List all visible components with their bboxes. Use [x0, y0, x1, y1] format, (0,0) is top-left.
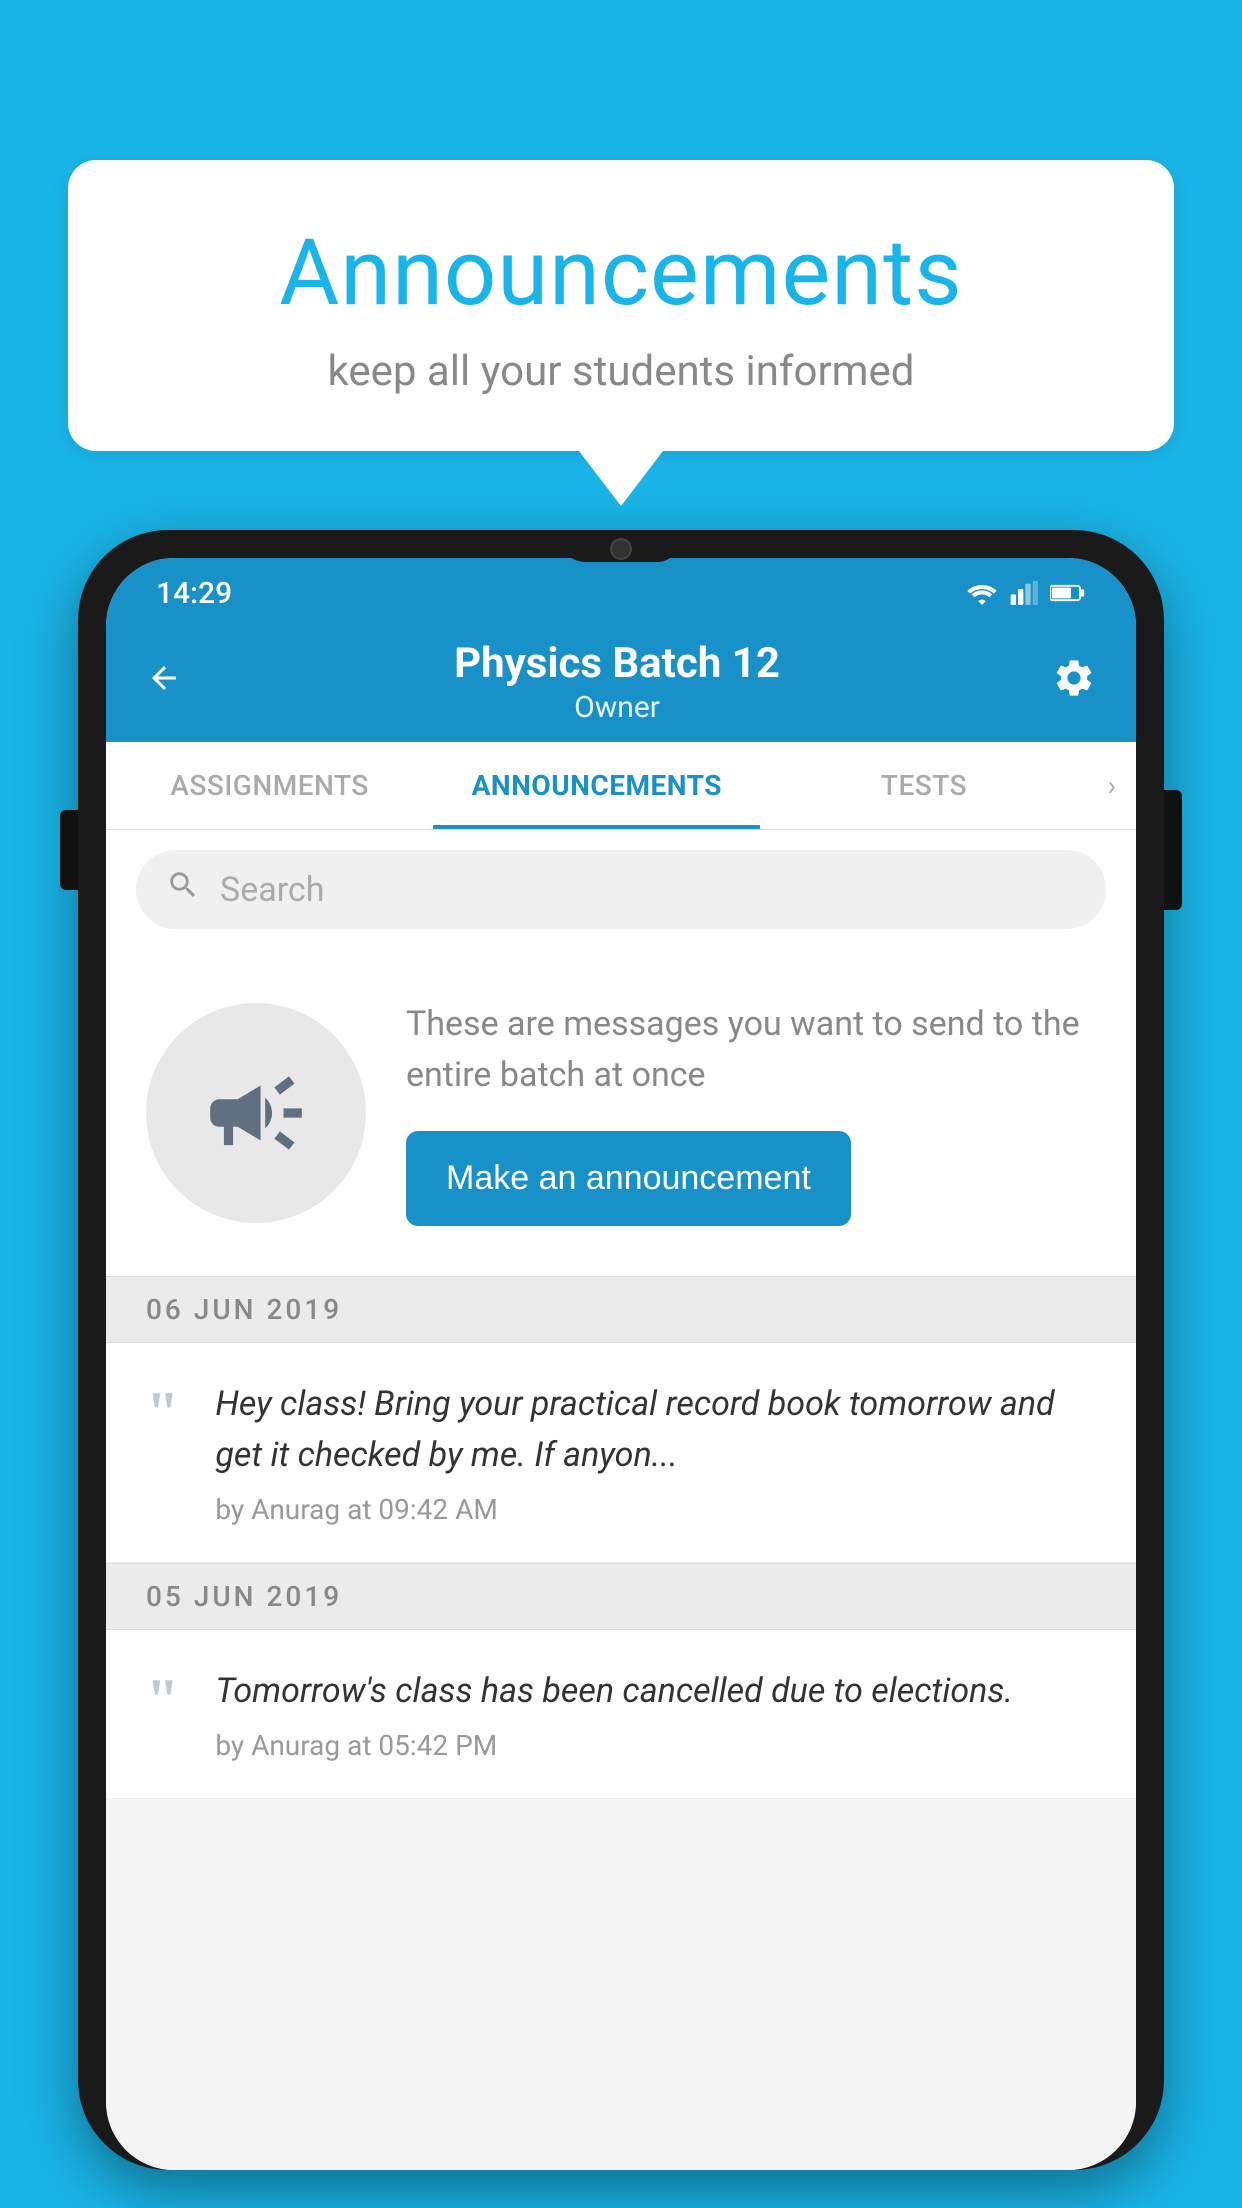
announcement-meta-2: by Anurag at 05:42 PM: [215, 1729, 1013, 1762]
announcement-prompt-right: These are messages you want to send to t…: [406, 999, 1096, 1226]
date-separator-1: 06 JUN 2019: [106, 1276, 1136, 1343]
quote-icon-2: ": [146, 1670, 179, 1730]
wifi-icon: [966, 581, 998, 605]
phone-camera: [610, 538, 632, 560]
phone-mockup: 14:29: [78, 530, 1164, 2208]
date-separator-2: 05 JUN 2019: [106, 1563, 1136, 1630]
speech-bubble-arrow: [579, 451, 663, 506]
phone-screen: 14:29: [106, 558, 1136, 2170]
announcement-meta-1: by Anurag at 09:42 AM: [215, 1493, 1096, 1526]
search-container: Search: [106, 830, 1136, 949]
app-bar: Physics Batch 12 Owner: [106, 622, 1136, 742]
status-time: 14:29: [156, 576, 232, 611]
announcement-text-2: Tomorrow's class has been cancelled due …: [215, 1666, 1013, 1717]
status-icons: [966, 581, 1086, 605]
tab-assignments[interactable]: ASSIGNMENTS: [106, 742, 433, 829]
battery-icon: [1050, 581, 1086, 605]
announcement-content-2: Tomorrow's class has been cancelled due …: [215, 1666, 1013, 1762]
quote-icon-1: ": [146, 1383, 179, 1443]
tab-more[interactable]: ›: [1088, 742, 1136, 829]
announcement-prompt-text: These are messages you want to send to t…: [406, 999, 1096, 1101]
announcement-text-1: Hey class! Bring your practical record b…: [215, 1379, 1096, 1481]
phone-notch: [561, 530, 681, 562]
announcement-icon-circle: [146, 1003, 366, 1223]
search-bar[interactable]: Search: [136, 850, 1106, 929]
announcement-item-2[interactable]: " Tomorrow's class has been cancelled du…: [106, 1630, 1136, 1799]
tab-announcements[interactable]: ANNOUNCEMENTS: [433, 742, 760, 829]
make-announcement-button[interactable]: Make an announcement: [406, 1131, 851, 1226]
announcement-content-1: Hey class! Bring your practical record b…: [215, 1379, 1096, 1526]
speech-bubble-subtitle: keep all your students informed: [148, 347, 1094, 396]
search-icon: [166, 868, 200, 911]
tabs-bar: ASSIGNMENTS ANNOUNCEMENTS TESTS ›: [106, 742, 1136, 830]
app-bar-title-group: Physics Batch 12 Owner: [182, 639, 1052, 725]
settings-button[interactable]: [1052, 656, 1096, 709]
app-bar-title: Physics Batch 12: [182, 639, 1052, 688]
back-button[interactable]: [146, 658, 182, 707]
speech-bubble-section: Announcements keep all your students inf…: [68, 160, 1174, 506]
status-bar: 14:29: [106, 558, 1136, 622]
phone-outer: 14:29: [78, 530, 1164, 2170]
search-placeholder: Search: [220, 870, 324, 910]
announcement-prompt-card: These are messages you want to send to t…: [106, 949, 1136, 1276]
app-bar-subtitle: Owner: [182, 690, 1052, 725]
announcement-item-1[interactable]: " Hey class! Bring your practical record…: [106, 1343, 1136, 1563]
signal-icon: [1010, 581, 1038, 605]
speech-bubble-card: Announcements keep all your students inf…: [68, 160, 1174, 451]
speech-bubble-title: Announcements: [148, 220, 1094, 327]
megaphone-icon: [201, 1058, 311, 1168]
content-area: Search These are messages you want to se…: [106, 830, 1136, 2170]
tab-tests[interactable]: TESTS: [760, 742, 1087, 829]
